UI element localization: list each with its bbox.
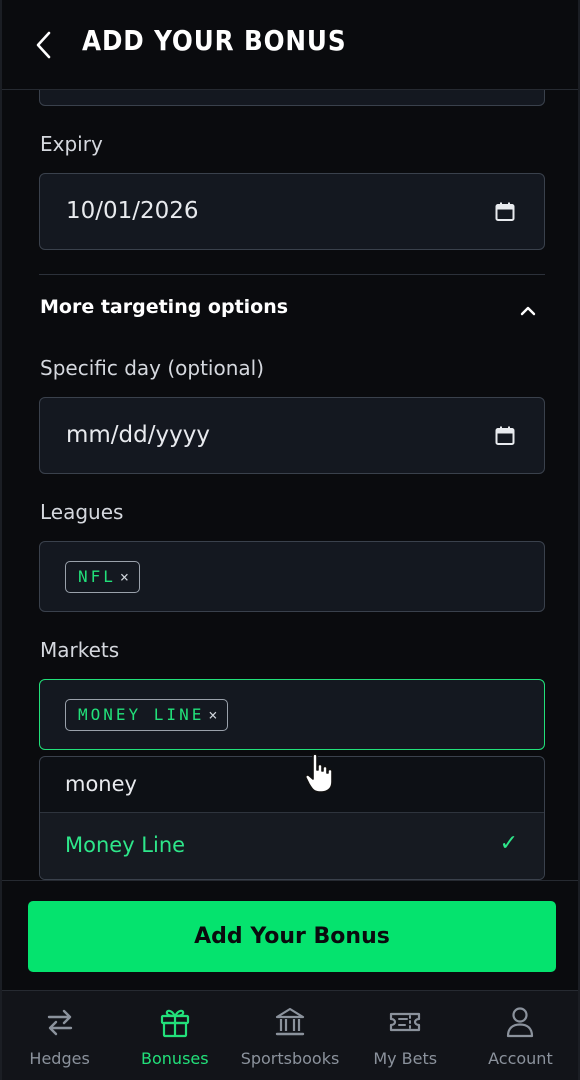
- markets-label: Markets: [40, 638, 120, 662]
- expiry-label: Expiry: [40, 132, 103, 156]
- nav-label: My Bets: [373, 1049, 438, 1068]
- dropdown-option-money-line[interactable]: Money Line ✓: [40, 813, 544, 879]
- section-divider: [39, 274, 545, 275]
- nav-label: Account: [488, 1049, 553, 1068]
- pointer-hand-icon: [304, 752, 334, 794]
- specific-day-label: Specific day (optional): [40, 356, 265, 380]
- markets-dropdown: money Money Line ✓: [39, 756, 545, 880]
- app-screen: ADD YOUR BONUS Expiry 10/01/2026 More ta…: [0, 0, 580, 1080]
- nav-label: Sportsbooks: [240, 1049, 340, 1068]
- specific-day-input[interactable]: mm/dd/yyyy: [39, 397, 545, 474]
- chevron-up-icon[interactable]: [518, 303, 538, 317]
- previous-field[interactable]: [39, 90, 545, 106]
- nav-item-sportsbooks[interactable]: Sportsbooks: [232, 991, 347, 1080]
- ticket-icon: [390, 1012, 421, 1032]
- bank-icon: [275, 1007, 305, 1036]
- option-label: Money Line: [65, 833, 186, 857]
- checkmark-icon: ✓: [499, 831, 518, 856]
- remove-chip-icon[interactable]: ×: [208, 706, 217, 724]
- nav-label: Bonuses: [141, 1049, 209, 1068]
- header: ADD YOUR BONUS: [2, 0, 578, 90]
- nav-item-bonuses[interactable]: Bonuses: [117, 991, 232, 1080]
- remove-chip-icon[interactable]: ×: [120, 568, 129, 586]
- markets-search-value: money: [65, 772, 137, 796]
- leagues-label: Leagues: [40, 500, 124, 524]
- leagues-multiselect[interactable]: NFL ×: [39, 541, 545, 612]
- targeting-section-title[interactable]: More targeting options: [40, 296, 288, 318]
- nav-label: Hedges: [29, 1049, 90, 1068]
- cta-bar: Add Your Bonus: [2, 880, 578, 990]
- user-icon: [507, 1007, 534, 1038]
- page-title: ADD YOUR BONUS: [82, 24, 347, 57]
- back-arrow-icon[interactable]: [30, 28, 56, 62]
- markets-search-input[interactable]: money: [40, 757, 544, 813]
- bottom-navigation: Hedges Bonuses Sportsbooks My Bets Accou…: [2, 990, 578, 1080]
- expiry-date-input[interactable]: 10/01/2026: [39, 173, 545, 250]
- league-chip-nfl: NFL ×: [65, 560, 140, 593]
- nav-item-account[interactable]: Account: [463, 991, 578, 1080]
- calendar-icon[interactable]: [494, 425, 516, 447]
- expiry-date-value: 10/01/2026: [66, 198, 199, 224]
- nav-item-hedges[interactable]: Hedges: [2, 991, 117, 1080]
- gift-icon: [160, 1009, 189, 1038]
- nav-item-my-bets[interactable]: My Bets: [348, 991, 463, 1080]
- chip-label: NFL: [78, 567, 116, 586]
- swap-arrows-icon: [47, 1009, 72, 1036]
- calendar-icon[interactable]: [494, 201, 516, 223]
- add-your-bonus-button[interactable]: Add Your Bonus: [28, 901, 556, 972]
- markets-multiselect[interactable]: MONEY LINE ×: [39, 679, 545, 750]
- specific-day-placeholder: mm/dd/yyyy: [66, 422, 210, 448]
- bonus-form[interactable]: Expiry 10/01/2026 More targeting options…: [2, 90, 578, 880]
- market-chip-money-line: MONEY LINE ×: [65, 698, 229, 731]
- chip-label: MONEY LINE: [78, 705, 205, 724]
